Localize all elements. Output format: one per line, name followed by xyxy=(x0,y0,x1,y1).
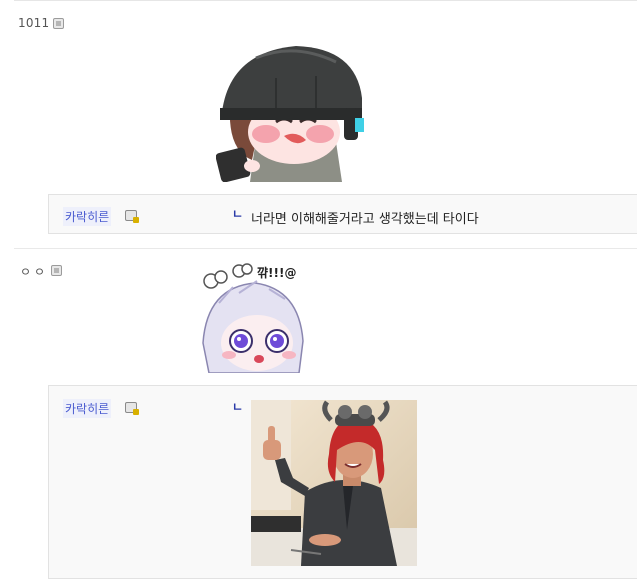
reply-box: 카락히른 ㄴ xyxy=(48,385,637,579)
chibi-angry-sticker: 꺆!!!@ xyxy=(199,263,309,373)
comment-divider xyxy=(14,248,637,249)
top-divider xyxy=(14,0,637,1)
sticker-text: 꺆!!!@ xyxy=(257,265,296,280)
ip-badge-icon xyxy=(53,18,64,29)
reply-arrow-icon: ㄴ xyxy=(232,207,244,221)
reply-box: 카락히른 ㄴ 너라면 이해해줄거라고 생각했는데 타이다 xyxy=(48,194,637,234)
reply-text: 너라면 이해해줄거라고 생각했는데 타이다 xyxy=(251,212,479,227)
comment-nickname[interactable]: 1011 xyxy=(18,16,49,30)
user-badge-icon xyxy=(125,402,139,415)
comment-nickname[interactable]: ㅇㅇ xyxy=(20,263,48,280)
ip-badge-icon xyxy=(51,265,62,276)
user-badge-icon xyxy=(125,210,139,223)
thumbs-up-photo xyxy=(251,400,417,566)
reply-nickname[interactable]: 카락히른 xyxy=(63,399,112,418)
chibi-helmet-sticker xyxy=(216,38,364,182)
reply-arrow-icon: ㄴ xyxy=(232,400,244,414)
reply-nickname[interactable]: 카락히른 xyxy=(63,207,112,226)
